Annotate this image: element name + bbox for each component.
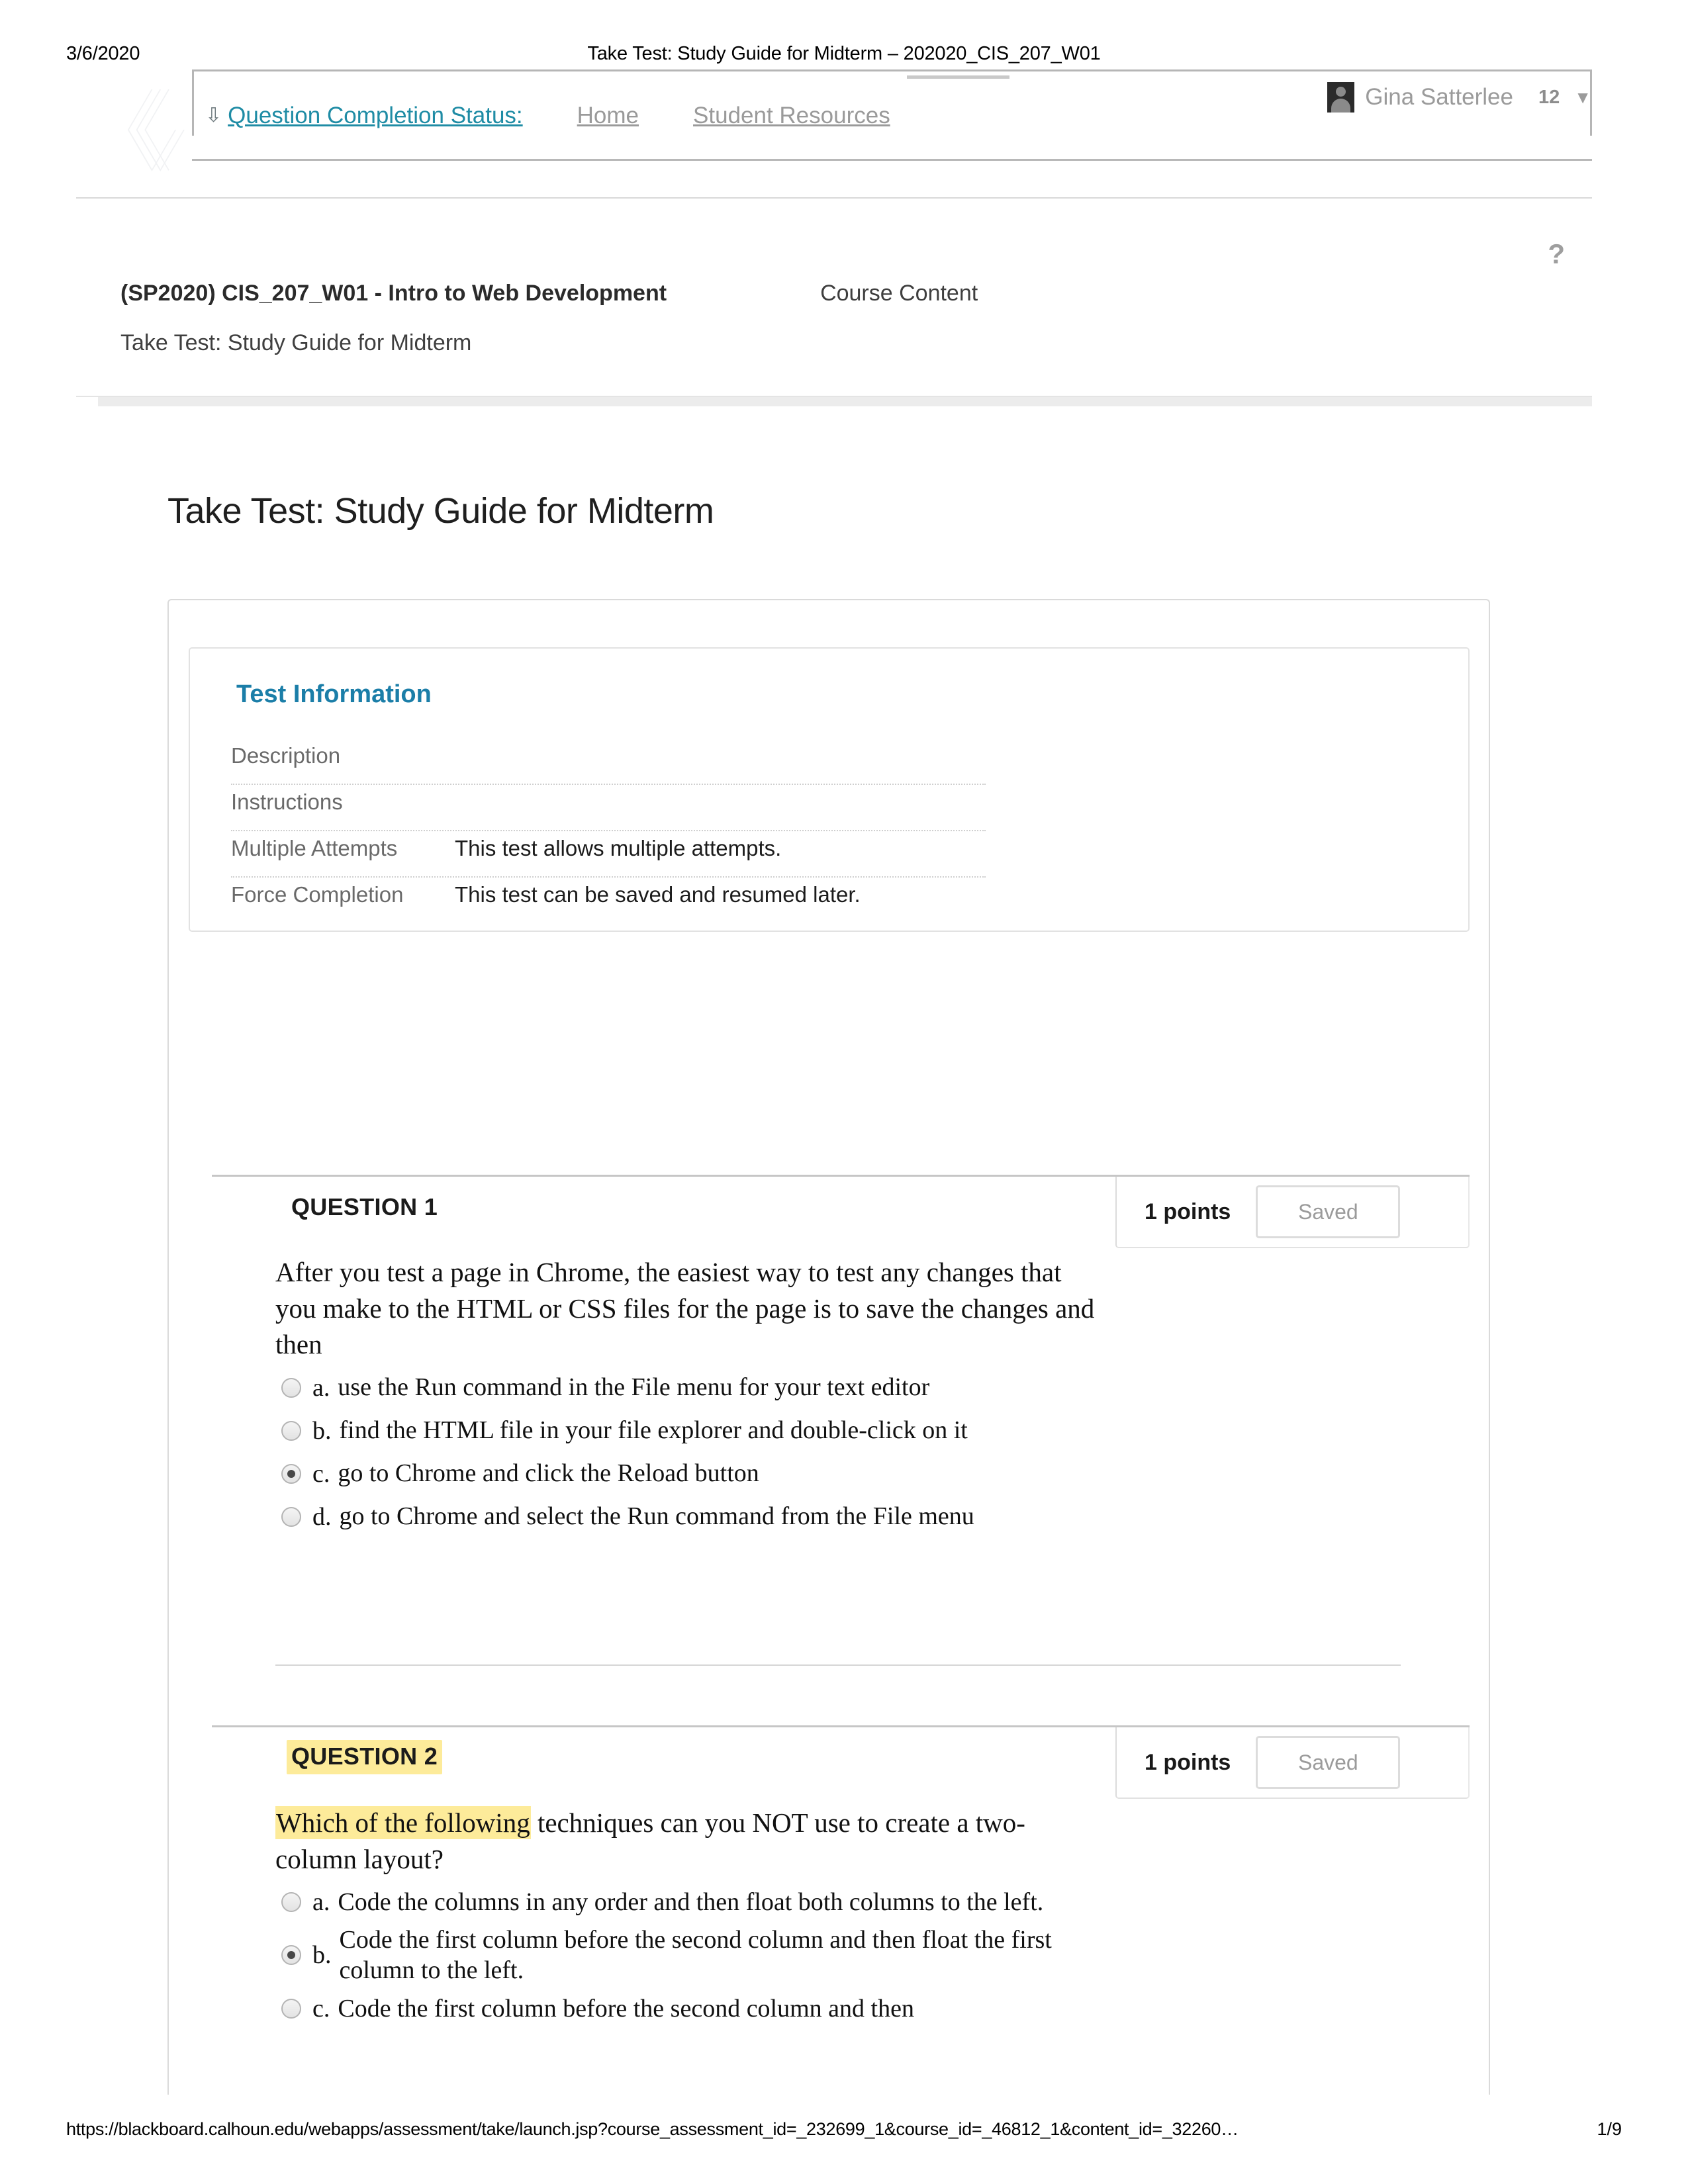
option-text: Code the first column before the second … xyxy=(339,1926,1052,1985)
option-text: Code the first column before the second … xyxy=(338,1994,914,2023)
breadcrumb-current: Take Test: Study Guide for Midterm xyxy=(120,330,472,355)
breadcrumb-section[interactable]: Course Content xyxy=(820,281,978,306)
option-text: go to Chrome and select the Run command … xyxy=(339,1502,974,1531)
question-save-status-2[interactable]: Saved xyxy=(1256,1736,1401,1789)
frame-divider-second xyxy=(76,197,1592,199)
question-points-1: 1 points xyxy=(1145,1199,1231,1224)
question-header-2: QUESTION 2 1 points Saved xyxy=(212,1725,1470,1805)
page-title: Take Test: Study Guide for Midterm xyxy=(167,491,714,531)
radio-button-icon[interactable] xyxy=(281,1506,301,1527)
info-value-force-completion: This test can be saved and resumed later… xyxy=(455,882,861,907)
question-bottom-divider xyxy=(275,1664,1401,1666)
radio-button-icon[interactable] xyxy=(281,1420,301,1441)
table-row: Force Completion This test can be saved … xyxy=(231,878,986,923)
nav-active-underline xyxy=(907,75,1009,79)
option-letter: a. xyxy=(312,1373,330,1402)
test-information-heading: Test Information xyxy=(236,680,432,708)
help-icon[interactable]: ? xyxy=(1548,238,1565,270)
question-body-1: After you test a page in Chrome, the eas… xyxy=(212,1254,1470,1537)
answer-option-1c[interactable]: c. go to Chrome and click the Reload but… xyxy=(281,1453,1470,1494)
answer-option-2c[interactable]: c. Code the first column before the seco… xyxy=(281,1988,1470,2029)
question-header-1: QUESTION 1 1 points Saved xyxy=(212,1175,1470,1254)
chevron-double-down-icon[interactable]: ⇩ xyxy=(205,106,222,126)
option-letter: a. xyxy=(312,1888,330,1917)
notification-count-badge[interactable]: 12 xyxy=(1538,87,1560,109)
question-label-2: QUESTION 2 xyxy=(287,1740,443,1774)
info-label-instructions: Instructions xyxy=(231,790,343,814)
test-information-panel: Test Information Description Instruction… xyxy=(189,647,1470,932)
radio-button-icon[interactable] xyxy=(281,1892,301,1913)
option-letter: d. xyxy=(312,1502,332,1531)
nav-tab-home[interactable]: Home xyxy=(577,103,639,129)
info-label-description: Description xyxy=(231,743,341,768)
top-navigation: ⇩ Question Completion Status: Home Stude… xyxy=(205,103,890,129)
option-letter: b. xyxy=(312,1941,332,1970)
option-letter: b. xyxy=(312,1416,332,1445)
info-value-multiple-attempts: This test allows multiple attempts. xyxy=(455,836,782,860)
table-row: Description xyxy=(231,739,986,785)
question-prompt-1: After you test a page in Chrome, the eas… xyxy=(275,1257,1095,1360)
question-block-1: QUESTION 1 1 points Saved After you test… xyxy=(212,1175,1470,1666)
info-label-multiple-attempts: Multiple Attempts xyxy=(231,836,398,860)
option-letter: c. xyxy=(312,1459,330,1488)
footer-page-number: 1/9 xyxy=(1597,2119,1622,2139)
question-meta-1: 1 points Saved xyxy=(1115,1177,1470,1248)
question-prompt-2: Which of the following techniques can yo… xyxy=(275,1805,1106,1877)
table-row: Instructions xyxy=(231,785,986,831)
question-label-1: QUESTION 1 xyxy=(291,1193,438,1220)
radio-button-selected-icon[interactable] xyxy=(281,1463,301,1484)
question-block-2: QUESTION 2 1 points Saved Which of the f… xyxy=(212,1725,1470,2031)
print-date: 3/6/2020 xyxy=(66,42,140,64)
answer-option-1b[interactable]: b. find the HTML file in your file explo… xyxy=(281,1410,1470,1451)
question-save-status-1[interactable]: Saved xyxy=(1256,1185,1401,1238)
frame-divider-top xyxy=(192,159,1592,161)
question-prompt-2-highlight: Which of the following xyxy=(275,1806,531,1839)
user-avatar-icon xyxy=(1327,82,1355,113)
option-text: Code the columns in any order and then f… xyxy=(338,1888,1044,1916)
chevron-down-icon[interactable]: ▼ xyxy=(1574,87,1591,108)
answer-option-1a[interactable]: a. use the Run command in the File menu … xyxy=(281,1367,1470,1408)
user-name-label: Gina Satterlee xyxy=(1365,84,1513,110)
option-letter: c. xyxy=(312,1994,330,2023)
breadcrumb-separator-bar xyxy=(98,397,1592,406)
question-meta-2: 1 points Saved xyxy=(1115,1727,1470,1799)
test-information-table: Description Instructions Multiple Attemp… xyxy=(231,739,986,923)
question-body-2: Which of the following techniques can yo… xyxy=(212,1805,1470,2029)
nav-tab-student-resources[interactable]: Student Resources xyxy=(693,103,890,129)
breadcrumb: (SP2020) CIS_207_W01 - Intro to Web Deve… xyxy=(120,281,1577,356)
answer-option-2a[interactable]: a. Code the columns in any order and the… xyxy=(281,1882,1470,1923)
answer-options-2: a. Code the columns in any order and the… xyxy=(275,1882,1470,2029)
answer-option-2b[interactable]: b. Code the first column before the seco… xyxy=(281,1925,1470,1986)
question-points-2: 1 points xyxy=(1145,1749,1231,1775)
radio-button-icon[interactable] xyxy=(281,1998,301,2019)
info-label-force-completion: Force Completion xyxy=(231,882,404,907)
radio-button-icon[interactable] xyxy=(281,1377,301,1398)
radio-button-selected-icon[interactable] xyxy=(281,1945,301,1966)
answer-options-1: a. use the Run command in the File menu … xyxy=(275,1367,1470,1537)
breadcrumb-course[interactable]: (SP2020) CIS_207_W01 - Intro to Web Deve… xyxy=(120,281,667,306)
question-completion-status-link[interactable]: Question Completion Status: xyxy=(228,103,523,129)
print-document-title: Take Test: Study Guide for Midterm – 202… xyxy=(587,42,1101,64)
answer-option-1d[interactable]: d. go to Chrome and select the Run comma… xyxy=(281,1496,1470,1537)
print-header: 3/6/2020 Take Test: Study Guide for Midt… xyxy=(0,38,1688,69)
table-row: Multiple Attempts This test allows multi… xyxy=(231,831,986,878)
option-text: find the HTML file in your file explorer… xyxy=(339,1416,968,1445)
option-text: use the Run command in the File menu for… xyxy=(338,1373,930,1402)
user-menu[interactable]: Gina Satterlee 12 ▼ xyxy=(1327,82,1591,113)
option-text: go to Chrome and click the Reload button xyxy=(338,1459,759,1488)
footer-url: https://blackboard.calhoun.edu/webapps/a… xyxy=(66,2119,1239,2139)
